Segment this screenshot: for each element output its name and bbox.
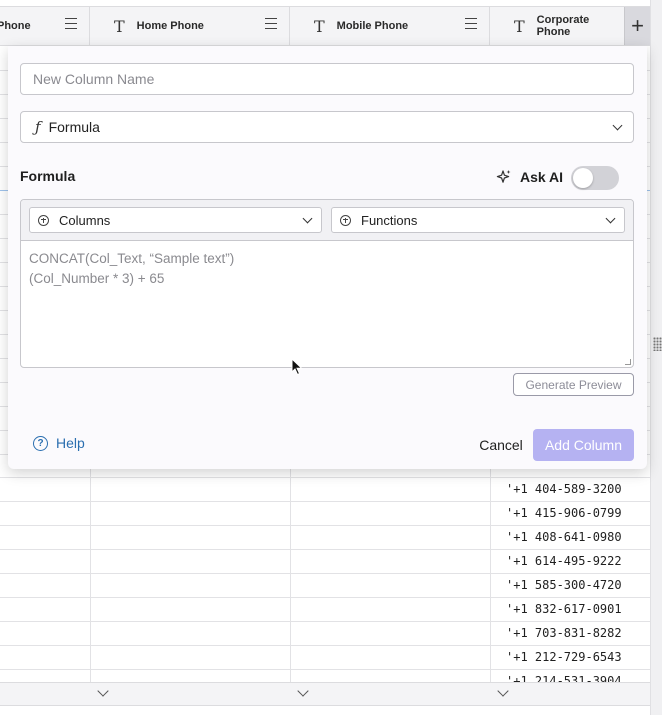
corporate-phone-cell[interactable]: '+1 614-495-9222 [506,554,622,568]
ask-ai-label-group: Ask AI [496,169,563,185]
sparkle-icon [496,170,511,183]
column-menu-icon[interactable] [65,18,77,29]
column-type-select[interactable]: ƒ Formula [20,111,634,143]
add-column-plus-button[interactable]: + [624,7,650,45]
text-type-icon: T [314,16,325,36]
columns-select-label: Columns [59,212,111,228]
column-header-label: Mobile Phone [336,20,409,32]
help-label: Help [56,435,85,451]
formula-icon: ƒ [35,118,41,136]
row-divider [0,573,650,574]
drag-handle-icon[interactable] [653,337,662,351]
column-header-label: Corporate Phone [536,14,590,38]
chevron-down-icon[interactable] [297,685,309,697]
text-type-icon: T [114,16,125,36]
row-divider [0,525,650,526]
column-name-input[interactable] [20,63,634,95]
ask-ai-toggle[interactable] [571,166,619,190]
corporate-phone-cell[interactable]: '+1 415-906-0799 [506,506,622,520]
column-header-label: Home Phone [136,20,204,32]
add-column-dialog: ƒ Formula Formula Ask AI Columns Functio… [8,46,647,469]
column-menu-icon[interactable] [265,18,277,29]
help-circle-icon: ? [33,435,48,451]
chevron-down-icon [612,120,623,131]
row-divider [0,477,650,478]
corporate-phone-cell[interactable]: '+1 212-729-6543 [506,650,622,664]
ask-ai-label: Ask AI [520,169,564,185]
column-type-value: Formula [48,119,100,135]
help-link[interactable]: ? Help [33,435,85,451]
chevron-down-icon[interactable] [97,685,109,697]
row-divider [0,597,650,598]
formula-placeholder: CONCAT(Col_Text, “Sample text”) (Col_Num… [29,251,235,286]
plus-circle-icon [340,214,351,226]
grid-footer [0,682,650,706]
plus-circle-icon [38,214,49,226]
row-divider [0,669,650,670]
chevron-down-icon [605,213,616,224]
chevron-down-icon[interactable] [497,685,509,697]
column-header-corporate-phone[interactable]: T Corporate Phone [490,7,624,45]
column-header-home-phone[interactable]: T Home Phone [90,7,290,45]
columns-select[interactable]: Columns [29,207,322,233]
toggle-knob [573,168,593,188]
generate-preview-button[interactable]: Generate Preview [513,373,634,396]
text-type-icon: T [514,16,525,36]
chevron-down-icon [302,213,313,224]
column-menu-icon[interactable] [465,18,477,29]
corporate-phone-cell[interactable]: '+1 832-617-0901 [506,602,622,616]
functions-select-label: Functions [361,212,418,228]
corporate-phone-cell[interactable]: '+1 404-589-3200 [506,482,622,496]
column-header-phone[interactable]: Phone [0,7,90,45]
row-divider [0,621,650,622]
formula-editor-toolbar: Columns Functions [21,200,633,241]
mouse-pointer-icon [291,358,303,376]
corporate-phone-cell[interactable]: '+1 585-300-4720 [506,578,622,592]
resize-grip-icon[interactable] [625,359,631,365]
add-column-button[interactable]: Add Column [533,429,634,461]
row-divider [0,645,650,646]
formula-editor[interactable]: Columns Functions CONCAT(Col_Text, “Samp… [20,199,634,368]
corporate-phone-cell[interactable]: '+1 408-641-0980 [506,530,622,544]
corporate-phone-cell[interactable]: '+1 703-831-8282 [506,626,622,640]
column-header-label: Phone [0,20,31,32]
row-divider [0,501,650,502]
formula-heading: Formula [20,168,76,184]
row-divider [0,549,650,550]
functions-select[interactable]: Functions [331,207,625,233]
vertical-scrollbar[interactable] [650,0,662,715]
grid-header: Phone T Home Phone T Mobile Phone T Corp… [0,6,650,46]
column-header-mobile-phone[interactable]: T Mobile Phone [290,7,490,45]
